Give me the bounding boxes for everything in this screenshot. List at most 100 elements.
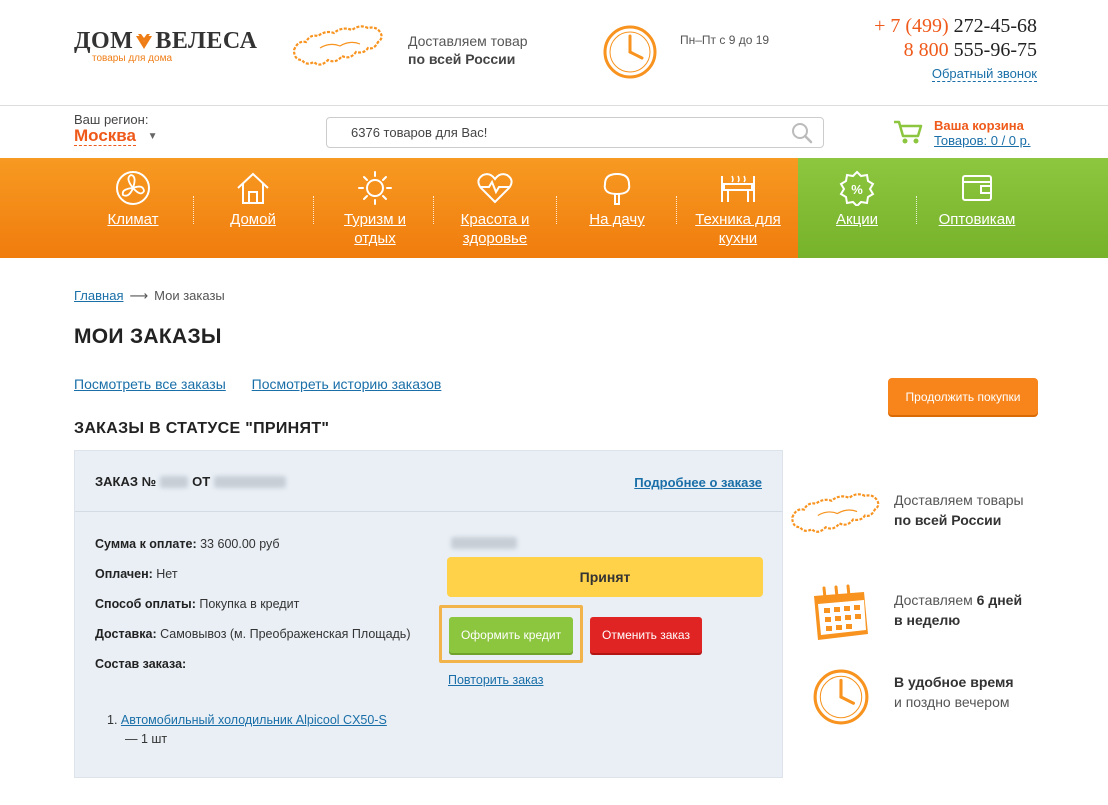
callback-link[interactable]: Обратный звонок [931, 66, 1037, 82]
cart-summary-link[interactable]: Товаров: 0 / 0 р. [934, 133, 1030, 148]
nav-item-kitchen[interactable]: Техника для кухни [688, 170, 788, 248]
page-title: МОИ ЗАКАЗЫ [74, 325, 222, 348]
paid-label: Оплачен: [95, 567, 153, 581]
order-paid: Оплачен: Нет [95, 559, 425, 589]
order-card: ЗАКАЗ № ОТ Подробнее о заказе Сумма к оп… [74, 450, 783, 778]
nav-separator [916, 196, 917, 224]
nav-label-promo[interactable]: Акции [822, 210, 892, 229]
russia-map-icon [791, 493, 880, 533]
nav-label-beauty[interactable]: Красота и здоровье [450, 210, 540, 248]
search-icon[interactable] [791, 122, 813, 144]
main-nav: Климат Домой Туризм и отдых Красота и зд… [0, 158, 1108, 258]
order-composition: Состав заказа: [95, 649, 425, 679]
delivery-info: Доставляем товар по всей России [408, 32, 528, 68]
nav-separator [433, 196, 434, 224]
house-icon [237, 172, 269, 204]
order-number-redacted [160, 475, 189, 488]
item-quantity: — 1 шт [125, 732, 168, 746]
feature-line1: Доставляем товары [894, 492, 1024, 508]
nav-label-home[interactable]: Домой [218, 210, 288, 229]
payment-label: Способ оплаты: [95, 597, 196, 611]
status-badge: Принят [447, 557, 763, 597]
nav-label-climate[interactable]: Климат [98, 210, 168, 229]
nav-label-wholesale[interactable]: Оптовикам [932, 210, 1022, 229]
breadcrumb: Главная ⟶ Мои заказы [74, 288, 225, 304]
kitchen-icon [721, 175, 755, 202]
section-title: ЗАКАЗЫ В СТАТУСЕ "ПРИНЯТ" [74, 420, 330, 437]
credit-button-highlight: Оформить кредит [439, 605, 583, 663]
order-date-label: ОТ [192, 474, 211, 489]
phone-2-code: 8 800 [903, 39, 949, 61]
all-orders-link[interactable]: Посмотреть все заказы [74, 376, 226, 392]
feature-delivery-week: Доставляем 6 дней в неделю [788, 584, 1088, 650]
nav-separator [556, 196, 557, 224]
phone-2-number: 555-96-75 [953, 39, 1037, 61]
order-date-redacted [214, 475, 287, 488]
paid-value: Нет [156, 567, 178, 581]
nav-label-tourism[interactable]: Туризм и отдых [330, 210, 420, 248]
cancel-order-button[interactable]: Отменить заказ [590, 617, 702, 653]
order-details-link[interactable]: Подробнее о заказе [634, 475, 762, 490]
repeat-order-link[interactable]: Повторить заказ [448, 673, 543, 687]
nav-item-dacha[interactable]: На дачу [582, 170, 652, 229]
nav-separator [676, 196, 677, 224]
product-link[interactable]: Автомобильный холодильник Alpicool CX50-… [121, 713, 387, 727]
status-date-redacted [451, 537, 517, 549]
russia-map-icon [292, 25, 383, 66]
arrow-right-icon: ⟶ [129, 288, 149, 303]
feature-line2: по всей России [894, 512, 1002, 528]
order-items: 1. Автомобильный холодильник Alpicool CX… [107, 711, 387, 749]
fan-icon [116, 171, 150, 205]
clock-icon [603, 25, 657, 79]
phones-block: + 7 (499) 272-45-68 8 800 555-96-75 Обра… [874, 14, 1037, 82]
cart-icon[interactable] [892, 116, 924, 146]
sun-icon [358, 171, 392, 205]
order-history-link[interactable]: Посмотреть историю заказов [252, 376, 442, 392]
nav-item-wholesale[interactable]: Оптовикам [932, 170, 1022, 229]
nav-item-home[interactable]: Домой [218, 170, 288, 229]
cart-title: Ваша корзина [934, 118, 1024, 133]
order-delivery: Доставка: Самовывоз (м. Преображенская П… [95, 619, 425, 649]
delivery-line2: по всей России [408, 51, 516, 67]
svg-text:%: % [851, 182, 863, 197]
nav-label-dacha[interactable]: На дачу [582, 210, 652, 229]
site-header: ДОМ ВЕЛЕСА товары для дома Доставляем то… [0, 0, 1108, 106]
nav-separator [193, 196, 194, 224]
apply-credit-button[interactable]: Оформить кредит [449, 617, 573, 653]
nav-item-promo[interactable]: % Акции [822, 170, 892, 229]
composition-label: Состав заказа: [95, 657, 187, 671]
phone-2[interactable]: 8 800 555-96-75 [874, 38, 1037, 62]
breadcrumb-home[interactable]: Главная [74, 288, 123, 303]
nav-item-beauty[interactable]: Красота и здоровье [450, 170, 540, 248]
phone-1[interactable]: + 7 (499) 272-45-68 [874, 14, 1037, 38]
payment-value: Покупка в кредит [199, 597, 300, 611]
nav-label-kitchen[interactable]: Техника для кухни [688, 210, 788, 248]
clock-icon [813, 669, 869, 725]
logo-text-right: ВЕЛЕСА [155, 28, 258, 54]
nav-separator [313, 196, 314, 224]
feature-line2: и поздно вечером [894, 694, 1010, 710]
order-header: ЗАКАЗ № ОТ Подробнее о заказе [75, 451, 782, 512]
continue-shopping-button[interactable]: Продолжить покупки [888, 378, 1038, 415]
sum-value: 33 600.00 руб [200, 537, 280, 551]
feature-line1-a: Доставляем [894, 592, 977, 608]
region-label: Ваш регион: [74, 112, 149, 127]
order-payment: Способ оплаты: Покупка в кредит [95, 589, 425, 619]
phone-1-code: + 7 (499) [874, 15, 949, 37]
breadcrumb-current: Мои заказы [154, 288, 225, 303]
feature-delivery-russia: Доставляем товары по всей России [788, 488, 1088, 548]
logo[interactable]: ДОМ ВЕЛЕСА товары для дома [74, 28, 257, 64]
order-number: ЗАКАЗ № ОТ [95, 474, 290, 489]
wallet-icon [962, 175, 992, 201]
region-selector[interactable]: Ваш регион: Москва ▼ [74, 112, 158, 146]
order-info: Сумма к оплате: 33 600.00 руб Оплачен: Н… [95, 529, 425, 679]
feature-text: В удобное время и поздно вечером [894, 672, 1014, 712]
search-input[interactable] [327, 118, 767, 147]
nav-item-climate[interactable]: Климат [98, 170, 168, 229]
feature-line1: В удобное время [894, 674, 1014, 690]
order-sum: Сумма к оплате: 33 600.00 руб [95, 529, 425, 559]
feature-line1-b: 6 дней [976, 592, 1023, 608]
region-city[interactable]: Москва [74, 127, 136, 146]
nav-item-tourism[interactable]: Туризм и отдых [330, 170, 420, 248]
caret-down-icon[interactable]: ▼ [148, 131, 158, 142]
